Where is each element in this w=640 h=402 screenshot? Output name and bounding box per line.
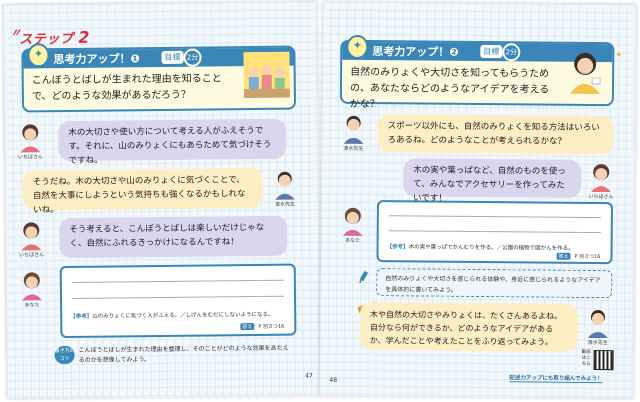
dialogue-bubble: 木の大切さや使い方について考える人がふえそうです。それに、山のみりょくにもあらた… [58, 118, 287, 166]
speaker-name: いちばさん [588, 193, 614, 201]
dialogue-bubble: そうだね。木の大切さや山のみりょくに気づくことで、自然を大事にしようという気持ち… [22, 167, 264, 215]
people-illustration-icon [243, 51, 290, 99]
girl-avatar-icon [591, 164, 612, 193]
target-badge: 目標 [480, 45, 503, 59]
tips-badge: 書き方のコツ [54, 345, 75, 365]
right-page: ✦ 思考力アップ！❷ 目標 2分 自然のみりょくや大切さを知ってもらうための、あ… [319, 1, 637, 399]
answer-line [388, 215, 601, 219]
speaker-name: 清水先生 [343, 145, 364, 152]
dialogue-bubble: そう考えると、こんぼうとばしは楽しいだけじゃなく、自然にふれるきっかけになるんで… [59, 215, 288, 259]
bottom-banner[interactable]: 記述力アップにも取り組んでみよう！ [509, 373, 603, 384]
answer-ref-text: P 別さつ16 [574, 253, 601, 261]
sparkle-icon: ✦ [615, 50, 623, 60]
speaker-name: 清水先生 [275, 201, 296, 208]
student-avatar-icon [342, 207, 363, 236]
closing-bubble: 木や自然の大切さやみりょくは、たくさんあるよね。自分なら何ができるか、どのような… [359, 301, 579, 352]
answer-line [388, 230, 601, 234]
teacher-avatar-icon [275, 171, 296, 200]
answer-box[interactable]: 【参考】木の実や葉っぱでかんむりを作る。／公園の植物で図かんを作る。 答え P … [376, 200, 613, 265]
hint-text: 【参考】山のみりょくに気づく人がふえる。／しげんをむだにしないようになる。 [70, 311, 274, 320]
answer-box[interactable]: 【参考】山のみりょくに気づく人がふえる。／しげんをむだにしないようになる。 答え… [59, 263, 297, 339]
speaker-name: あなた [24, 302, 40, 309]
answer-ref-badge: 答え [556, 252, 571, 260]
target-badge: 目標 [161, 50, 184, 64]
step-mark-icon: 〃 [10, 26, 22, 40]
answer-line [72, 295, 285, 299]
page-number: 48 [329, 376, 338, 384]
girl-avatar-icon [21, 222, 42, 251]
speaker-name: いちばさん [18, 154, 44, 161]
answer-ref-text: P 別さつ16 [258, 323, 285, 330]
speaker-name: いちばさん [19, 252, 45, 259]
question-box: ✦ 思考力アップ！❷ 目標 2分 自然のみりょくや大切さを知ってもらうための、あ… [339, 34, 622, 110]
time-badge: 2分 [183, 48, 202, 67]
question-text: 自然のみりょくや大切さを知ってもらうための、あなたならどのようなアイデアを考える… [349, 66, 550, 111]
teacher-avatar-icon [587, 310, 608, 339]
pencil-icon [359, 270, 369, 283]
info-box: 自然のみりょくや大切さを感じられる体験や、身近に感じられるようなアイデアを具体的… [376, 268, 613, 299]
student-avatar-icon [22, 272, 43, 301]
qr-label: 動画はこちら [581, 349, 591, 367]
answer-ref-badge: 答え [240, 323, 255, 331]
lightbulb-icon: ✦ [346, 34, 369, 60]
question-box: ✦ 思考力アップ！❶ 目標 2分 こんぼうとばしが生まれた理由を知ることで、どの… [21, 43, 297, 113]
speaker-name: あなた [345, 237, 361, 244]
step-label: 〃 ステップ 2 [10, 26, 91, 48]
question-text: こんぼうとばしが生まれた理由を知ることで、どのような効果があるだろう？ [31, 73, 222, 103]
speaker-name: 清水先生 [587, 339, 608, 347]
qr-code-icon[interactable] [593, 350, 614, 371]
question-title: 思考力アップ！❶ [53, 52, 140, 67]
answer-line [71, 279, 284, 283]
woman-illustration-icon [569, 52, 601, 95]
lightbulb-icon: ✦ [27, 43, 50, 68]
dialogue-bubble: スポーツ以外にも、自然のみりょくを知る方法はいろいろあるね。どのようなことが考え… [377, 114, 614, 155]
teacher-avatar-icon [343, 115, 364, 144]
page-number: 47 [305, 372, 313, 380]
dialogue-bubble: 木の実や葉っぱなど、自然のものを使って、みんなでアクセサリーを作ってみたいです！ [403, 158, 582, 204]
girl-avatar-icon [20, 124, 41, 153]
hint-text: 【参考】木の実や葉っぱでかんむりを作る。／公園の植物で図かんを作る。 [386, 244, 574, 252]
left-page: 〃 ステップ 2 ✦ 思考力アップ！❶ 目標 2分 こんぼうとばしが生まれた理由… [2, 1, 322, 399]
time-badge: 2分 [502, 43, 521, 62]
question-title: 思考力アップ！❷ [372, 45, 459, 59]
tips-text: こんぼうとばしが生まれた理由を整理し、そのことがどのような効果をあたえるのかを想… [78, 344, 289, 364]
